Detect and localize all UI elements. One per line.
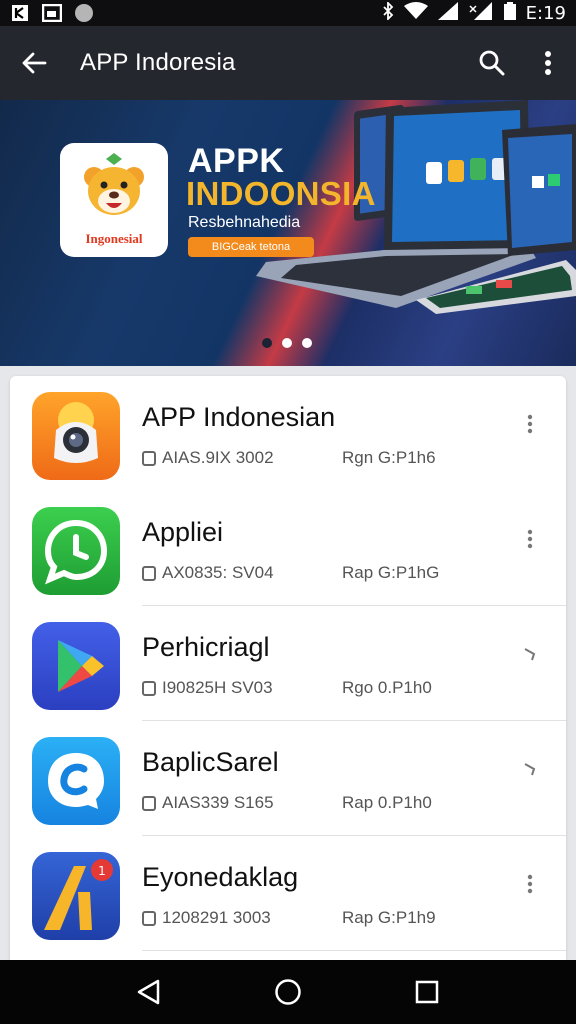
battery-icon [503, 1, 516, 25]
banner-cta-button[interactable]: BIGCeak tetona [188, 237, 314, 257]
download-size-icon [142, 680, 156, 696]
page-title: APP Indoresia [80, 49, 236, 76]
list-item[interactable]: Appliei AX0835: SV04 Rap G:P1hG [10, 491, 566, 606]
list-item[interactable]: APP Indonesian AIAS.9IX 3002 Rgn G:P1h6 [10, 376, 566, 491]
carousel-dot-2[interactable] [282, 338, 292, 348]
app-rating: Rgn G:P1h6 [342, 448, 436, 467]
system-navigation-bar [0, 960, 576, 1024]
bluetooth-icon [382, 0, 394, 25]
carousel-indicator[interactable] [262, 338, 312, 348]
a-logo-app-icon: 1 [32, 852, 120, 940]
notification-k-icon [10, 4, 30, 22]
triangle-back-icon [138, 979, 160, 1005]
list-item[interactable]: 1 Eyonedaklag 1208291 3003 Rap G:P1h9 [10, 836, 566, 951]
play-store-icon [32, 622, 120, 710]
app-rating: Rgo 0.P1h0 [342, 678, 432, 697]
list-item[interactable]: BaplicSarel AIAS339 S165 Rap 0.P1h0 [10, 721, 566, 836]
download-size-icon [142, 910, 156, 926]
app-name: Perhicriagl [142, 632, 270, 662]
app-rating: Rap 0.P1h0 [342, 793, 432, 812]
more-vert-icon [527, 529, 533, 549]
app-name: Eyonedaklag [142, 862, 299, 892]
app-size: 1208291 3003 [162, 908, 271, 927]
laptop-illustration [256, 100, 576, 314]
download-size-icon [142, 450, 156, 466]
item-menu-button[interactable] [516, 525, 544, 553]
list-item[interactable]: Perhicriagl I90825H SV03 Rgo 0.P1h0 [10, 606, 566, 721]
more-vert-icon [545, 51, 551, 75]
item-open-button[interactable] [516, 640, 544, 668]
nav-recents-button[interactable] [402, 967, 452, 1017]
app-name: BaplicSarel [142, 747, 279, 777]
search-icon [479, 50, 505, 76]
square-recents-icon [415, 980, 438, 1004]
more-vert-icon [527, 874, 533, 894]
banner-headline-accent: INDOONSIA [186, 175, 376, 212]
app-rating: Rap G:P1hG [342, 563, 440, 582]
overflow-menu-button[interactable] [520, 26, 576, 100]
lion-mascot-icon [84, 153, 144, 215]
app-bar: APP Indoresia [0, 26, 576, 100]
status-bar: E:19 [0, 0, 576, 26]
svg-text:1: 1 [98, 864, 106, 878]
app-size: I90825H SV03 [162, 678, 273, 697]
nav-home-button[interactable] [263, 967, 313, 1017]
search-button[interactable] [464, 26, 520, 100]
status-time: E:19 [525, 2, 566, 24]
carousel-dot-1[interactable] [262, 338, 272, 348]
banner-logo: Ingonesial [60, 143, 168, 257]
more-vert-icon [527, 414, 533, 434]
item-menu-button[interactable] [516, 410, 544, 438]
item-open-button[interactable] [516, 755, 544, 783]
chevron-icon [524, 648, 536, 661]
messenger-app-icon [32, 737, 120, 825]
camera-app-icon [32, 392, 120, 480]
signal-icon [437, 1, 458, 25]
download-size-icon [142, 795, 156, 811]
signal-icon-2 [468, 1, 494, 25]
app-name: APP Indonesian [142, 402, 336, 432]
circle-home-icon [275, 979, 301, 1005]
chat-app-icon [32, 507, 120, 595]
arrow-back-icon [22, 52, 47, 74]
dot-notification-icon [74, 4, 94, 22]
divider [142, 950, 566, 951]
app-name: Appliei [142, 517, 224, 547]
nav-back-button[interactable] [124, 967, 174, 1017]
app-rating: Rap G:P1h9 [342, 908, 436, 927]
banner-logo-text: Ingonesial [85, 231, 143, 246]
app-list: APP Indonesian AIAS.9IX 3002 Rgn G:P1h6 … [10, 376, 566, 960]
download-size-icon [142, 565, 156, 581]
image-notification-icon [42, 4, 62, 22]
promo-banner[interactable]: Ingonesial APPK INDOONSIA Resbehnahedia … [0, 100, 576, 366]
back-button[interactable] [0, 26, 68, 100]
carousel-dot-3[interactable] [302, 338, 312, 348]
app-size: AIAS339 S165 [162, 793, 274, 812]
app-size: AX0835: SV04 [162, 563, 274, 582]
item-menu-button[interactable] [516, 870, 544, 898]
wifi-icon [403, 1, 428, 25]
app-size: AIAS.9IX 3002 [162, 448, 274, 467]
banner-subtitle: Resbehnahedia [188, 214, 301, 231]
chevron-icon [524, 763, 536, 776]
